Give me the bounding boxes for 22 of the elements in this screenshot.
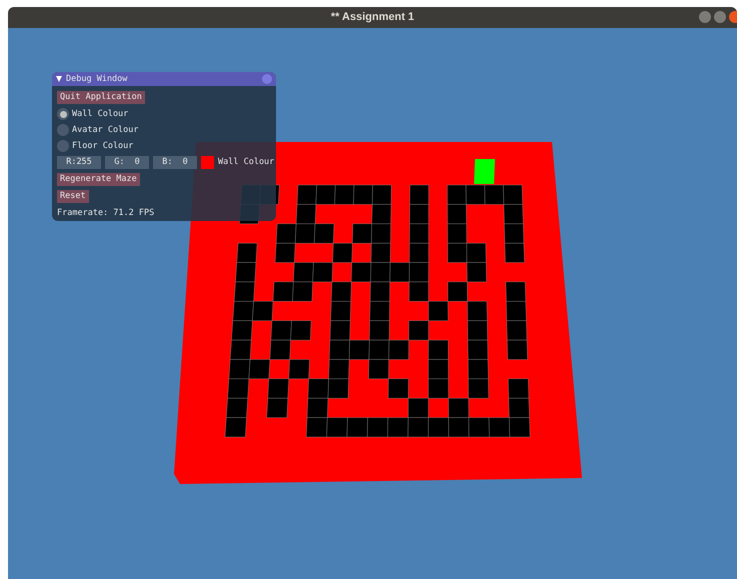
color-channel-field[interactable]: R:255 bbox=[57, 156, 101, 169]
window-title: ** Assignment 1 bbox=[330, 10, 414, 26]
reset-button[interactable]: Reset bbox=[57, 190, 89, 203]
radio-label: Floor Colour bbox=[72, 140, 134, 152]
avatar-square bbox=[474, 159, 495, 184]
color-channel-field[interactable]: G: 0 bbox=[105, 156, 149, 169]
maximize-button[interactable] bbox=[714, 11, 726, 23]
radio-button[interactable] bbox=[57, 140, 69, 152]
color-label: Wall Colour bbox=[218, 156, 274, 169]
framerate-text: Framerate: 71.2 FPS bbox=[57, 207, 154, 220]
radio-button[interactable] bbox=[57, 108, 69, 120]
close-button[interactable] bbox=[729, 11, 737, 23]
radio-label: Wall Colour bbox=[72, 108, 128, 120]
regenerate-button[interactable]: Regenerate Maze bbox=[57, 173, 140, 186]
quit-button[interactable]: Quit Application bbox=[57, 91, 145, 104]
collapse-arrow-icon[interactable] bbox=[56, 76, 62, 82]
color-swatch[interactable] bbox=[201, 156, 214, 169]
radio-label: Avatar Colour bbox=[72, 124, 139, 136]
color-channel-field[interactable]: B: 0 bbox=[153, 156, 197, 169]
panel-title: Debug Window bbox=[66, 72, 128, 86]
radio-button[interactable] bbox=[57, 124, 69, 136]
minimize-button[interactable] bbox=[699, 11, 711, 23]
